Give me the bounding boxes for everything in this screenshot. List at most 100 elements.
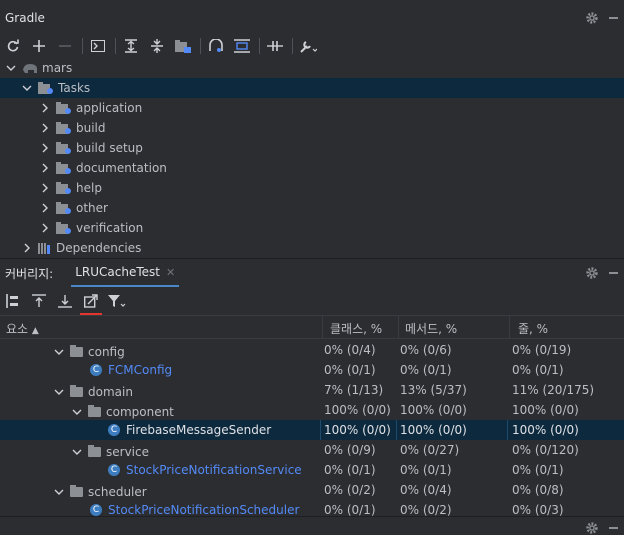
chevron-right-icon[interactable] xyxy=(40,183,50,193)
group-icon[interactable] xyxy=(172,35,194,57)
run-icon[interactable] xyxy=(87,35,109,57)
tree-item-application[interactable]: application xyxy=(0,98,624,118)
add-icon[interactable] xyxy=(28,35,50,57)
table-row[interactable]: service 0% (0/9) 0% (0/27) 0% (0/120) xyxy=(0,440,624,460)
collapse-all-icon[interactable] xyxy=(146,35,168,57)
chevron-down-icon[interactable] xyxy=(22,83,32,93)
coverage-table-body: config 0% (0/4) 0% (0/6) 0% (0/19) C FCM… xyxy=(0,340,624,520)
package-icon xyxy=(70,485,83,497)
line-coverage: 0% (0/19) xyxy=(512,343,572,357)
remove-icon[interactable] xyxy=(54,35,76,57)
tree-item-help[interactable]: help xyxy=(0,178,624,198)
toolbar-separator xyxy=(292,38,293,54)
tree-item-label: application xyxy=(76,101,143,115)
tree-item-other[interactable]: other xyxy=(0,198,624,218)
gear-icon[interactable] xyxy=(585,266,599,280)
navigate-source-icon[interactable] xyxy=(80,290,102,315)
tree-item-documentation[interactable]: documentation xyxy=(0,158,624,178)
row-name: scheduler xyxy=(54,485,147,499)
coverage-tab-bar: 커버리지: LRUCacheTest ✕ xyxy=(0,258,624,287)
chevron-right-icon[interactable] xyxy=(22,243,32,253)
folder-gear-icon xyxy=(56,182,71,194)
expand-all-icon[interactable] xyxy=(120,35,142,57)
chevron-down-icon[interactable] xyxy=(54,387,64,397)
column-divider[interactable] xyxy=(509,316,510,338)
gear-icon[interactable] xyxy=(585,521,599,535)
minimize-icon[interactable] xyxy=(609,272,618,274)
chevron-down-icon[interactable] xyxy=(54,487,64,497)
folder-gear-icon xyxy=(56,102,71,114)
tree-item-dependencies[interactable]: Dependencies xyxy=(0,238,624,258)
column-divider[interactable] xyxy=(322,316,323,338)
column-method[interactable]: 메서드, % xyxy=(405,320,457,337)
tree-item-build-setup[interactable]: build setup xyxy=(0,138,624,158)
tree-item-label: Dependencies xyxy=(56,241,142,255)
class-icon: C xyxy=(90,504,102,516)
method-coverage: 100% (0/0) xyxy=(400,423,467,437)
table-row[interactable]: config 0% (0/4) 0% (0/6) 0% (0/19) xyxy=(0,340,624,360)
method-coverage: 13% (5/37) xyxy=(400,383,467,397)
chevron-right-icon[interactable] xyxy=(40,103,50,113)
chevron-right-icon[interactable] xyxy=(40,223,50,233)
tree-item-verification[interactable]: verification xyxy=(0,218,624,238)
filter-icon[interactable] xyxy=(106,290,128,312)
chevron-down-icon[interactable] xyxy=(6,63,16,73)
line-coverage: 0% (0/3) xyxy=(512,503,564,517)
dependencies-icon[interactable] xyxy=(231,35,253,57)
class-icon: C xyxy=(108,424,120,436)
line-coverage: 100% (0/0) xyxy=(512,423,579,437)
bottom-panel-header xyxy=(0,516,624,534)
row-label: StockPriceNotificationService xyxy=(126,463,302,477)
table-row[interactable]: component 100% (0/0) 100% (0/0) 100% (0/… xyxy=(0,400,624,420)
chevron-down-icon[interactable] xyxy=(72,407,82,417)
line-coverage: 0% (0/1) xyxy=(512,363,564,377)
column-class[interactable]: 클래스, % xyxy=(330,320,382,337)
flatten-packages-icon[interactable] xyxy=(2,290,24,312)
toolbar-separator xyxy=(200,38,201,54)
table-row[interactable]: scheduler 0% (0/2) 0% (0/4) 0% (0/8) xyxy=(0,480,624,500)
minimize-icon[interactable] xyxy=(609,17,618,19)
gradle-panel-title: Gradle xyxy=(5,11,45,25)
cell-divider xyxy=(396,420,397,440)
settings-wrench-icon[interactable] xyxy=(297,35,319,57)
chevron-right-icon[interactable] xyxy=(40,123,50,133)
column-element[interactable]: 요소 ▲ xyxy=(6,320,39,337)
coverage-toolbar xyxy=(0,288,624,315)
chevron-right-icon[interactable] xyxy=(40,163,50,173)
table-row[interactable]: domain 7% (1/13) 13% (5/37) 11% (20/175) xyxy=(0,380,624,400)
chevron-right-icon[interactable] xyxy=(40,143,50,153)
generate-report-icon[interactable] xyxy=(28,290,50,312)
gear-icon[interactable] xyxy=(585,11,599,25)
row-name: C FirebaseMessageSender xyxy=(108,423,271,437)
cell-divider xyxy=(320,420,321,440)
export-icon[interactable] xyxy=(54,290,76,312)
chevron-down-icon[interactable] xyxy=(54,347,64,357)
analyze-icon[interactable] xyxy=(205,35,227,57)
folder-gear-icon xyxy=(56,122,71,134)
class-coverage: 0% (0/9) xyxy=(324,443,376,457)
tab-lrucachetest[interactable]: LRUCacheTest ✕ xyxy=(71,259,180,287)
chevron-right-icon[interactable] xyxy=(40,203,50,213)
minimize-icon[interactable] xyxy=(609,527,618,529)
tree-item-tasks[interactable]: Tasks xyxy=(0,78,624,98)
refresh-icon[interactable] xyxy=(2,35,24,57)
row-name: config xyxy=(54,345,125,359)
class-coverage: 0% (0/1) xyxy=(324,503,376,517)
method-coverage: 0% (0/4) xyxy=(400,483,452,497)
row-label: scheduler xyxy=(88,485,147,499)
tree-item-mars[interactable]: mars xyxy=(0,58,624,78)
column-line[interactable]: 줄, % xyxy=(518,320,548,337)
package-icon xyxy=(70,385,83,397)
tree-item-build[interactable]: build xyxy=(0,118,624,138)
table-row[interactable]: C FCMConfig 0% (0/1) 0% (0/1) 0% (0/1) xyxy=(0,360,624,380)
row-label: FCMConfig xyxy=(108,363,173,377)
close-icon[interactable]: ✕ xyxy=(166,266,175,279)
chevron-down-icon[interactable] xyxy=(72,447,82,457)
column-divider[interactable] xyxy=(398,316,399,338)
method-coverage: 0% (0/1) xyxy=(400,463,452,477)
table-row[interactable]: C StockPriceNotificationService 0% (0/1)… xyxy=(0,460,624,480)
table-row[interactable]: C FirebaseMessageSender 100% (0/0) 100% … xyxy=(0,420,624,440)
package-icon xyxy=(88,445,101,457)
row-label: FirebaseMessageSender xyxy=(126,423,272,437)
offline-icon[interactable] xyxy=(264,35,286,57)
